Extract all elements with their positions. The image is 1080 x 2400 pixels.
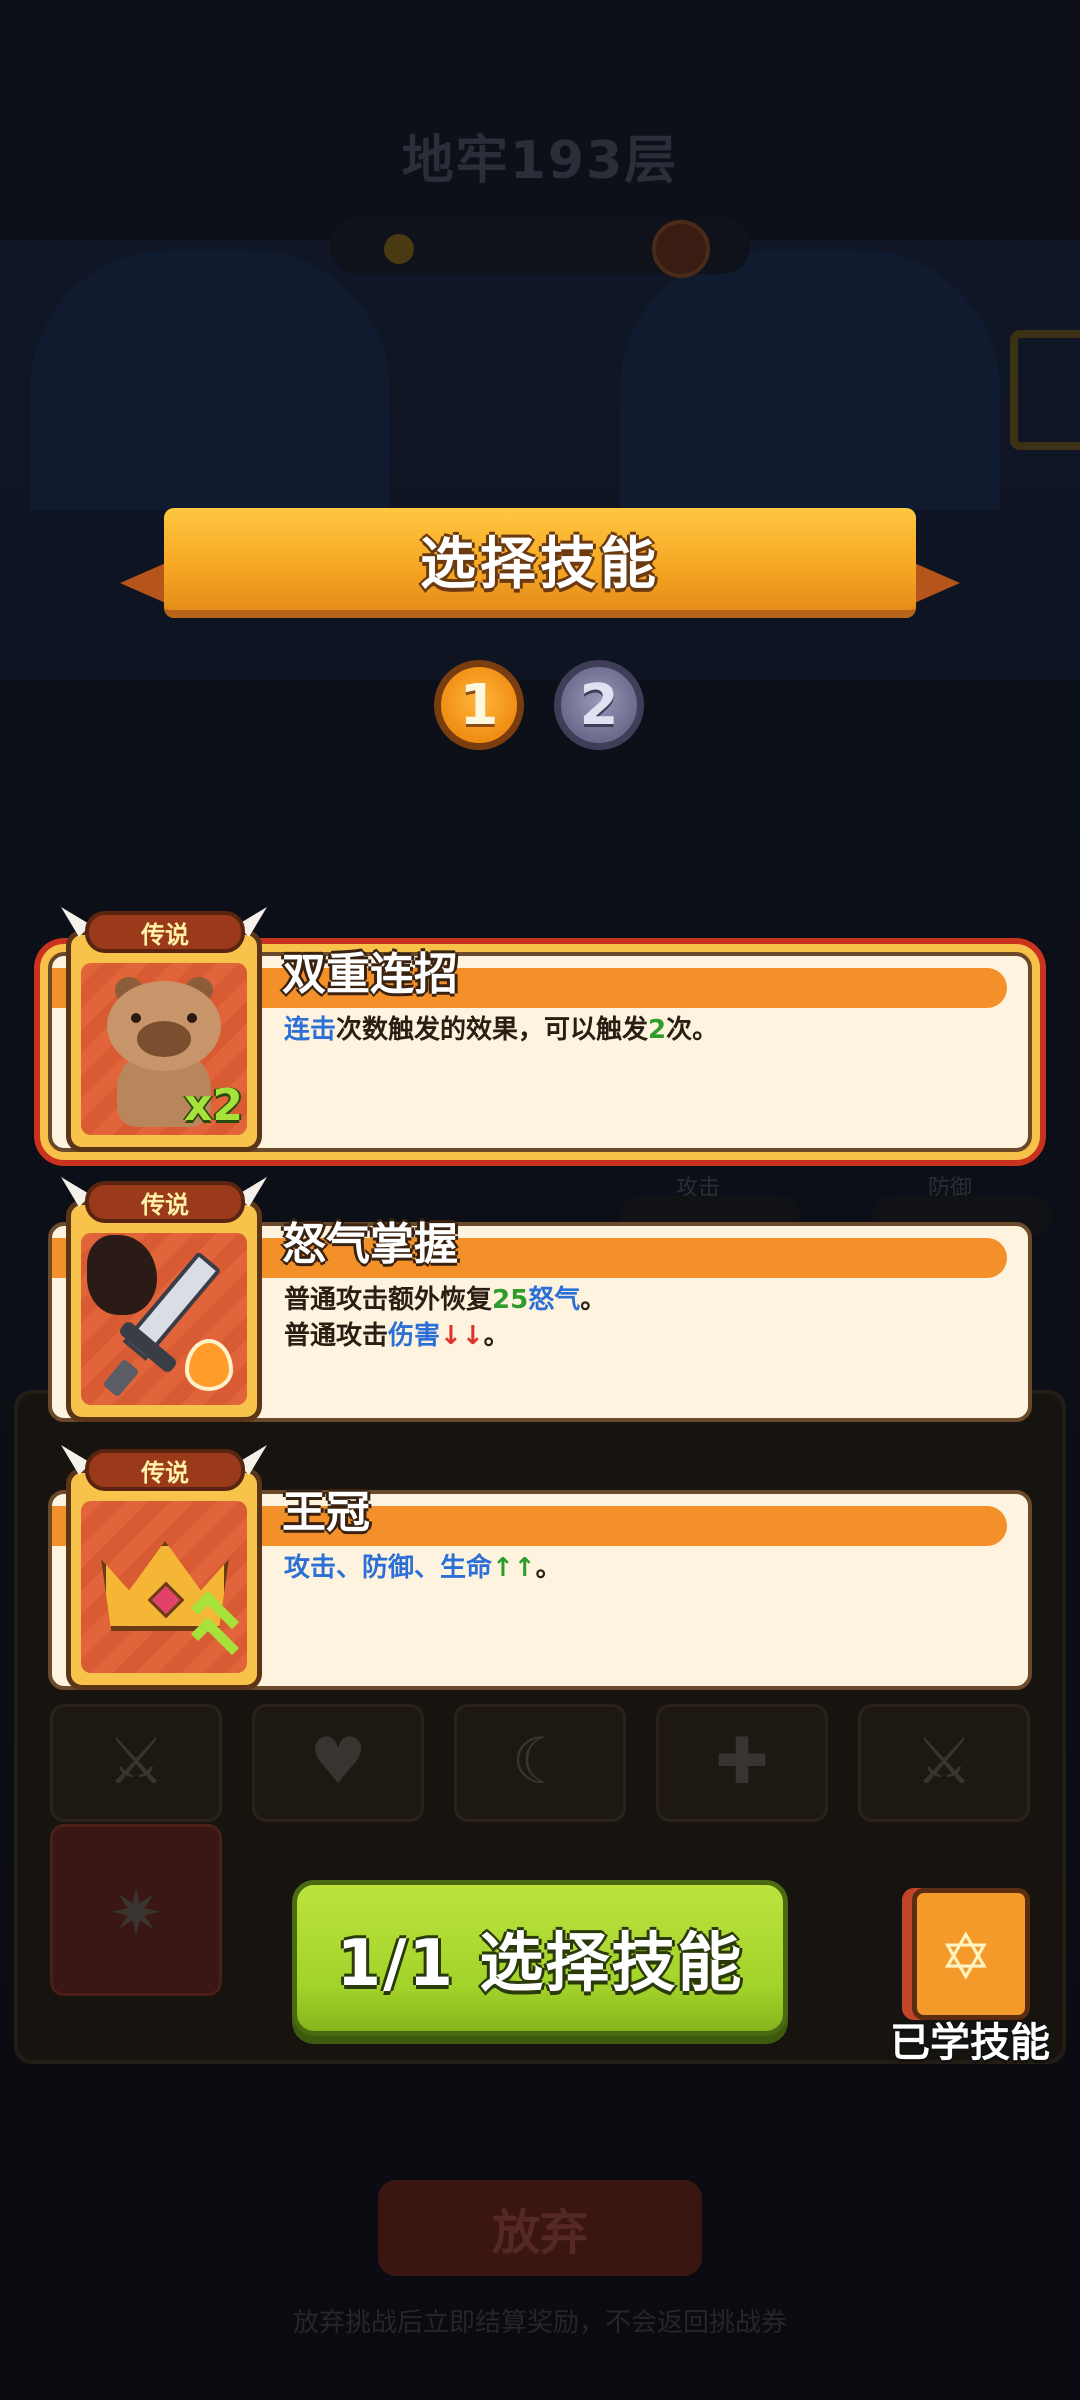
- description-segment: 。: [483, 1321, 510, 1351]
- skill-card-rage-mastery[interactable]: 怒气掌握 普通攻击额外恢复25怒气。 普通攻击伤害↓↓。 传说: [48, 1177, 1032, 1422]
- dark-smoke: [87, 1235, 157, 1315]
- skill-slot: ⚔: [858, 1704, 1030, 1822]
- flame-icon: [185, 1339, 233, 1391]
- description-segment: ↑↑: [492, 1553, 536, 1583]
- skill-slot: ✷: [50, 1824, 222, 1996]
- description-segment: 怒气: [528, 1285, 581, 1315]
- rarity-tag: 传说: [85, 1449, 245, 1491]
- description-segment: 普通攻击: [284, 1321, 389, 1351]
- description-segment: 25: [492, 1285, 529, 1315]
- shield-decoration: [1010, 330, 1080, 450]
- hexagram-icon: ✡: [939, 1921, 993, 1995]
- confirm-select-skill-button[interactable]: 1/1 选择技能: [292, 1880, 788, 2036]
- burst-sword-icon: ✷: [109, 1877, 163, 1951]
- boss-skull-icon: [652, 220, 710, 278]
- rarity-label: 传说: [141, 920, 189, 949]
- description-segment: 次。: [666, 1015, 719, 1045]
- skill-icon-frame: 传说: [61, 1177, 262, 1422]
- skill-name: 王冠: [282, 1487, 370, 1538]
- description-line: 普通攻击额外恢复25怒气。: [284, 1282, 606, 1318]
- learned-skills-label[interactable]: 已学技能: [880, 2010, 1060, 2068]
- skill-icon-frame: x2 传说: [61, 907, 262, 1152]
- skill-icon-frame: 传说: [61, 1445, 262, 1690]
- skill-description: 攻击、防御、生命↑↑。: [284, 1550, 562, 1586]
- capybara-snout: [137, 1021, 191, 1057]
- description-segment: ↓↓: [440, 1321, 484, 1351]
- select-skill-banner: 选择技能: [120, 508, 960, 638]
- skill-slot: ⚔: [50, 1704, 222, 1822]
- skill-card-crown[interactable]: 王冠 攻击、防御、生命↑↑。 传说: [48, 1445, 1032, 1690]
- abandon-button[interactable]: 放弃: [378, 2180, 702, 2276]
- skill-slot: ☾: [454, 1704, 626, 1822]
- abandon-note: 放弃挑战后立即结算奖励，不会返回挑战券: [292, 2308, 787, 2338]
- description-segment: 。: [580, 1285, 607, 1315]
- moon-sword-icon: ☾: [511, 1725, 569, 1799]
- capybara-eye: [131, 1013, 141, 1023]
- description-segment: 2: [648, 1015, 667, 1045]
- skill-name: 怒气掌握: [282, 1219, 458, 1270]
- capybara-eye: [187, 1013, 197, 1023]
- confirm-button-label: 1/1 选择技能: [336, 1927, 744, 2001]
- description-segment: 普通攻击额外恢复: [284, 1285, 493, 1315]
- sword-hilt: [102, 1358, 140, 1398]
- x2-badge: x2: [184, 1080, 243, 1131]
- skill-slot: ✚: [656, 1704, 828, 1822]
- skill-card-double-combo[interactable]: 双重连招 连击次数触发的效果，可以触发2次。 x2 传说: [40, 907, 1040, 1160]
- rarity-tag: 传说: [85, 911, 245, 953]
- learned-skills-book-icon[interactable]: ✡: [912, 1888, 1030, 2020]
- description-segment: 伤害: [388, 1321, 441, 1351]
- rarity-label: 传说: [141, 1458, 189, 1487]
- skill-description: 连击次数触发的效果，可以触发2次。: [284, 1012, 718, 1048]
- skill-slot: ♥: [252, 1704, 424, 1822]
- abandon-button-label: 放弃: [491, 2205, 588, 2261]
- description-line: 连击次数触发的效果，可以触发2次。: [284, 1012, 718, 1048]
- skill-description: 普通攻击额外恢复25怒气。 普通攻击伤害↓↓。: [284, 1282, 606, 1354]
- progress-marker: [384, 234, 414, 264]
- dungeon-title: 地牢193层: [401, 131, 679, 191]
- rarity-tag: 传说: [85, 1181, 245, 1223]
- heart-plus-icon: ♥: [309, 1725, 367, 1799]
- sword-icon: ⚔: [107, 1725, 165, 1799]
- castle-arch: [30, 250, 390, 510]
- description-segment: 连击: [284, 1015, 337, 1045]
- wave-sword-icon: ⚔: [915, 1725, 973, 1799]
- crown-icon: [81, 1501, 247, 1673]
- description-line: 普通攻击伤害↓↓。: [284, 1318, 606, 1354]
- capybara-x2-icon: x2: [81, 963, 247, 1135]
- step-indicator-1: 1: [434, 660, 524, 750]
- rarity-label: 传说: [141, 1190, 189, 1219]
- description-segment: 攻击、防御、生命: [284, 1553, 493, 1583]
- banner-title: 选择技能: [420, 531, 660, 597]
- heal-icon: ✚: [715, 1725, 769, 1799]
- banner-plate: 选择技能: [164, 508, 916, 618]
- sword-flame-icon: [81, 1233, 247, 1405]
- castle-arch: [620, 250, 1000, 510]
- description-line: 攻击、防御、生命↑↑。: [284, 1550, 562, 1586]
- skill-name: 双重连招: [282, 949, 458, 1000]
- description-segment: 。: [535, 1553, 562, 1583]
- step-indicator-2: 2: [554, 660, 644, 750]
- description-segment: 次数触发的效果，可以触发: [336, 1015, 649, 1045]
